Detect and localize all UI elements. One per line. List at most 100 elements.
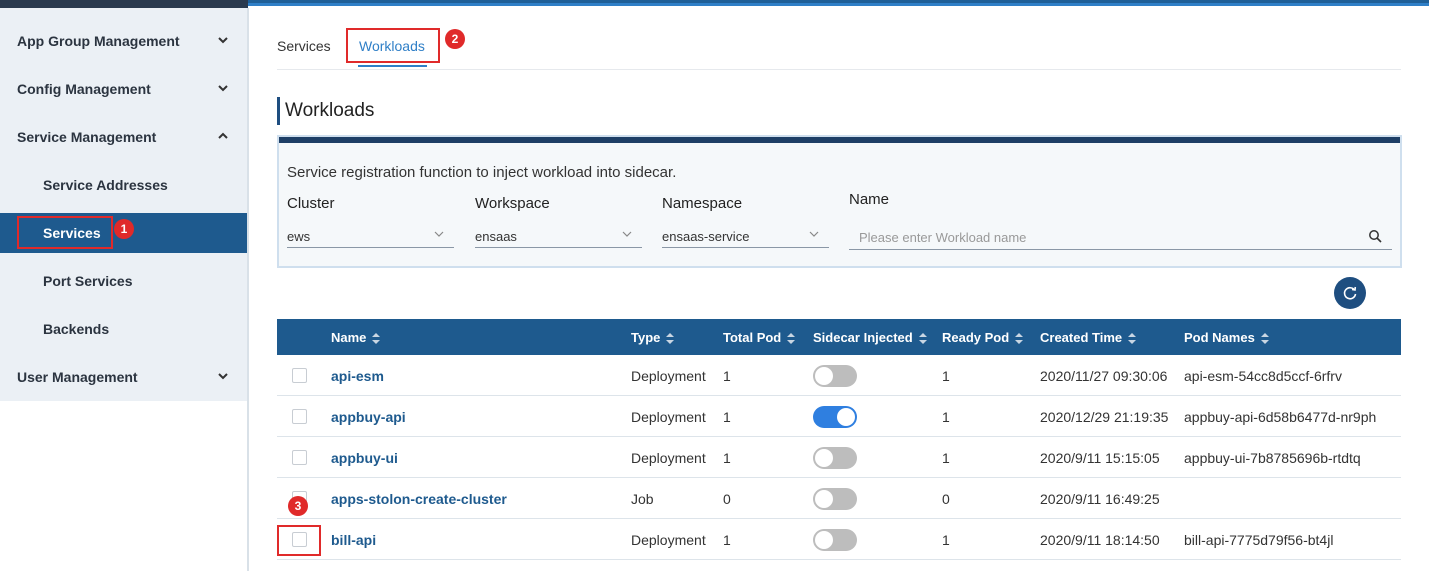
- workspace-value: ensaas: [475, 229, 517, 244]
- sidebar-item-label: Service Management: [17, 129, 157, 145]
- sidebar-item-app-group-management[interactable]: App Group Management: [0, 21, 247, 61]
- column-header-created-time[interactable]: Created Time: [1040, 330, 1137, 345]
- total-pod: 0: [723, 491, 731, 507]
- sidecar-injected-toggle[interactable]: [813, 488, 857, 510]
- sidebar-item-config-management[interactable]: Config Management: [0, 69, 247, 109]
- sort-icon: [1260, 333, 1269, 345]
- sort-icon: [1128, 333, 1137, 345]
- workload-type: Deployment: [631, 368, 706, 384]
- row-checkbox[interactable]: [292, 368, 307, 383]
- header-right: [248, 0, 1429, 6]
- sidebar-divider: [247, 8, 249, 571]
- filter-panel-header-bar: [279, 137, 1400, 143]
- search-icon[interactable]: [1368, 229, 1382, 243]
- sidecar-injected-toggle[interactable]: [813, 447, 857, 469]
- chevron-down-icon: [218, 85, 228, 92]
- workload-name-link[interactable]: appbuy-api: [331, 409, 406, 425]
- chevron-down-icon: [218, 37, 228, 44]
- sidebar-item-user-management[interactable]: User Management: [0, 357, 247, 397]
- workload-type: Job: [631, 491, 654, 507]
- top-header-strip: [0, 0, 1429, 8]
- page-title: Workloads: [285, 100, 375, 121]
- column-header-total-pod[interactable]: Total Pod: [723, 330, 796, 345]
- created-time: 2020/9/11 16:49:25: [1040, 491, 1160, 507]
- table-row: bill-api Deployment 1 1 2020/9/11 18:14:…: [277, 519, 1401, 560]
- total-pod: 1: [723, 409, 731, 425]
- toggle-knob: [815, 449, 833, 467]
- ready-pod: 1: [942, 450, 950, 466]
- toggle-knob: [815, 367, 833, 385]
- column-header-label: Sidecar Injected: [813, 330, 913, 345]
- sidebar-item-backends[interactable]: Backends: [0, 309, 247, 349]
- tab-workloads[interactable]: Workloads: [359, 38, 425, 54]
- column-header-label: Created Time: [1040, 330, 1123, 345]
- chevron-down-icon: [622, 231, 632, 237]
- tab-services[interactable]: Services: [277, 38, 331, 54]
- sidebar-item-label: Services: [43, 225, 101, 241]
- sidebar-item-port-services[interactable]: Port Services: [0, 261, 247, 301]
- table-header: Name Type Total Pod Sidecar Injected Rea…: [277, 319, 1401, 355]
- table-row: appbuy-ui Deployment 1 1 2020/9/11 15:15…: [277, 437, 1401, 478]
- column-header-name[interactable]: Name: [331, 330, 381, 345]
- workload-name-search: [849, 220, 1392, 250]
- column-header-label: Type: [631, 330, 661, 345]
- section-title-accent: [277, 97, 280, 125]
- table-row: api-esm Deployment 1 1 2020/11/27 09:30:…: [277, 355, 1401, 396]
- sort-icon: [918, 333, 927, 345]
- cluster-value: ews: [287, 229, 311, 244]
- filter-panel: Service registration function to inject …: [277, 135, 1402, 268]
- row-checkbox[interactable]: [292, 532, 307, 547]
- refresh-button[interactable]: [1334, 277, 1366, 309]
- column-header-sidecar-injected[interactable]: Sidecar Injected: [813, 330, 927, 345]
- workload-name-link[interactable]: api-esm: [331, 368, 384, 384]
- filter-description: Service registration function to inject …: [287, 164, 677, 181]
- chevron-up-icon: [218, 132, 228, 139]
- sidebar-item-service-management[interactable]: Service Management: [0, 117, 247, 157]
- toggle-knob: [815, 531, 833, 549]
- cluster-select[interactable]: ews: [287, 220, 454, 248]
- column-header-ready-pod[interactable]: Ready Pod: [942, 330, 1024, 345]
- workload-name-link[interactable]: bill-api: [331, 532, 376, 548]
- sidecar-injected-toggle[interactable]: [813, 406, 857, 428]
- sidebar-item-service-addresses[interactable]: Service Addresses: [0, 165, 247, 205]
- created-time: 2020/9/11 18:14:50: [1040, 532, 1160, 548]
- pod-names: bill-api-7775d79f56-bt4jl: [1184, 532, 1334, 548]
- row-checkbox[interactable]: [292, 450, 307, 465]
- workspace-select[interactable]: ensaas: [475, 220, 642, 248]
- workload-type: Deployment: [631, 450, 706, 466]
- column-header-label: Name: [331, 330, 367, 345]
- pod-names: api-esm-54cc8d5ccf-6rfrv: [1184, 368, 1342, 384]
- ready-pod: 0: [942, 491, 950, 507]
- sidecar-injected-toggle[interactable]: [813, 365, 857, 387]
- workload-type: Deployment: [631, 532, 706, 548]
- sidebar-item-label: App Group Management: [17, 33, 180, 49]
- sidebar-item-label: Backends: [43, 321, 110, 337]
- chevron-down-icon: [218, 373, 228, 380]
- ready-pod: 1: [942, 532, 950, 548]
- header-left: [0, 0, 248, 8]
- workload-type: Deployment: [631, 409, 706, 425]
- sidecar-injected-toggle[interactable]: [813, 529, 857, 551]
- total-pod: 1: [723, 368, 731, 384]
- column-header-label: Pod Names: [1184, 330, 1255, 345]
- workload-name-link[interactable]: apps-stolon-create-cluster: [331, 491, 507, 507]
- namespace-value: ensaas-service: [662, 229, 750, 244]
- workload-name-link[interactable]: appbuy-ui: [331, 450, 398, 466]
- column-header-type[interactable]: Type: [631, 330, 675, 345]
- toggle-knob: [815, 490, 833, 508]
- created-time: 2020/12/29 21:19:35: [1040, 409, 1169, 425]
- total-pod: 1: [723, 532, 731, 548]
- column-header-pod-names[interactable]: Pod Names: [1184, 330, 1269, 345]
- name-label: Name: [849, 191, 890, 208]
- namespace-select[interactable]: ensaas-service: [662, 220, 829, 248]
- chevron-down-icon: [434, 231, 444, 237]
- annotation-badge-1: 1: [114, 219, 134, 239]
- workload-name-input[interactable]: [849, 226, 1329, 248]
- workspace-label: Workspace: [475, 195, 550, 212]
- sidebar-item-label: Service Addresses: [43, 177, 168, 193]
- cluster-label: Cluster: [287, 195, 335, 212]
- column-header-label: Total Pod: [723, 330, 782, 345]
- total-pod: 1: [723, 450, 731, 466]
- row-checkbox[interactable]: [292, 409, 307, 424]
- chevron-down-icon: [809, 231, 819, 237]
